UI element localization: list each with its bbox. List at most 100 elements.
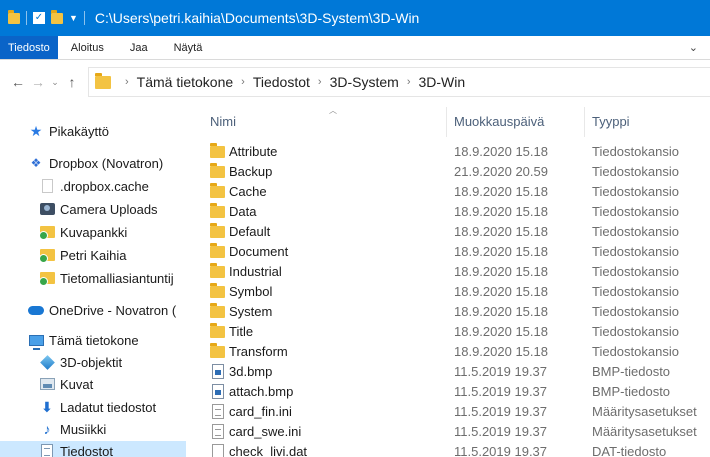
customize-dropdown-icon[interactable]: ▼ [69, 13, 78, 23]
file-name: System [229, 304, 273, 319]
quick-access-toolbar: ✓ ▼ [0, 0, 85, 36]
ini-file-icon [212, 404, 224, 419]
recent-locations-icon[interactable]: ⌄ [48, 77, 62, 88]
file-date: 18.9.2020 15.18 [454, 284, 548, 299]
back-arrow-icon[interactable]: ← [8, 74, 28, 90]
file-type: Tiedostokansio [592, 324, 679, 339]
nav-item-documents[interactable]: Tiedostot [0, 441, 186, 457]
chevron-right-icon[interactable]: › [407, 76, 411, 88]
up-arrow-icon[interactable]: ↑ [62, 74, 82, 90]
new-folder-icon[interactable] [51, 9, 63, 24]
properties-check-icon[interactable]: ✓ [33, 12, 45, 24]
column-type[interactable]: Tyyppi [592, 114, 630, 129]
file-date: 18.9.2020 15.18 [454, 184, 548, 199]
forward-arrow-icon[interactable]: → [28, 74, 48, 90]
folder-icon [210, 343, 225, 358]
folder-icon [95, 72, 111, 89]
file-name: Backup [229, 164, 273, 179]
address-bar[interactable]: › Tämä tietokone › Tiedostot › 3D-System… [88, 67, 710, 97]
nav-item-label: Kuvapankki [60, 224, 128, 240]
dat-file-icon [212, 444, 224, 457]
tab-share[interactable]: Jaa [117, 36, 161, 59]
table-row[interactable]: card_swe.ini 11.5.2019 19.37 Määritysase… [186, 421, 710, 441]
chevron-right-icon[interactable]: › [125, 76, 129, 88]
folder-icon [210, 303, 225, 318]
nav-item-dropbox-cache[interactable]: .dropbox.cache [0, 176, 186, 196]
nav-item-3d-objects[interactable]: 3D-objektit [0, 352, 186, 372]
file-date: 11.5.2019 19.37 [454, 364, 548, 379]
ribbon-controls: ⌄ [689, 36, 710, 59]
expand-ribbon-icon[interactable]: ⌄ [689, 41, 698, 54]
tab-view[interactable]: Näytä [161, 36, 216, 59]
table-row[interactable]: Cache 18.9.2020 15.18 Tiedostokansio [186, 181, 710, 201]
file-type: Tiedostokansio [592, 184, 679, 199]
column-divider[interactable] [584, 107, 585, 137]
table-row[interactable]: 3d.bmp 11.5.2019 19.37 BMP-tiedosto [186, 361, 710, 381]
nav-item-label: Ladatut tiedostot [60, 399, 157, 415]
tab-home[interactable]: Aloitus [58, 36, 117, 59]
table-row[interactable]: Transform 18.9.2020 15.18 Tiedostokansio [186, 341, 710, 361]
nav-item-dropbox[interactable]: ❖ Dropbox (Novatron) [0, 153, 186, 173]
folder-icon [210, 243, 225, 258]
file-name: Industrial [229, 264, 282, 279]
bmp-file-icon [212, 364, 224, 379]
chevron-right-icon[interactable]: › [318, 76, 322, 88]
table-row[interactable]: Industrial 18.9.2020 15.18 Tiedostokansi… [186, 261, 710, 281]
nav-item-label: Pikakäyttö [49, 123, 109, 139]
table-row[interactable]: Symbol 18.9.2020 15.18 Tiedostokansio [186, 281, 710, 301]
table-row[interactable]: Default 18.9.2020 15.18 Tiedostokansio [186, 221, 710, 241]
file-type: Tiedostokansio [592, 244, 679, 259]
file-date: 18.9.2020 15.18 [454, 224, 548, 239]
cloud-icon [28, 302, 44, 318]
column-divider[interactable] [446, 107, 447, 137]
table-row[interactable]: Title 18.9.2020 15.18 Tiedostokansio [186, 321, 710, 341]
file-name: card_swe.ini [229, 424, 302, 439]
file-name: card_fin.ini [229, 404, 292, 419]
file-name: 3d.bmp [229, 364, 273, 379]
nav-item-kuvapankki[interactable]: Kuvapankki [0, 222, 186, 242]
table-row[interactable]: Attribute 18.9.2020 15.18 Tiedostokansio [186, 141, 710, 161]
folder-icon [210, 143, 225, 158]
file-date: 21.9.2020 20.59 [454, 164, 548, 179]
star-icon: ★ [29, 122, 43, 139]
breadcrumb-3d-win[interactable]: 3D-Win [419, 74, 466, 90]
nav-item-onedrive[interactable]: OneDrive - Novatron ( [0, 300, 186, 320]
breadcrumb-this-pc[interactable]: Tämä tietokone [137, 74, 234, 90]
chevron-right-icon[interactable]: › [241, 76, 245, 88]
file-name: Title [229, 324, 254, 339]
tab-file[interactable]: Tiedosto [0, 36, 58, 59]
nav-item-downloads[interactable]: ⬇ Ladatut tiedostot [0, 397, 186, 417]
nav-item-quick-access[interactable]: ★ Pikakäyttö [0, 121, 186, 141]
table-row[interactable]: Document 18.9.2020 15.18 Tiedostokansio [186, 241, 710, 261]
folder-icon [8, 9, 20, 24]
nav-item-label: Tiedostot [60, 443, 113, 457]
table-row[interactable]: Backup 21.9.2020 20.59 Tiedostokansio [186, 161, 710, 181]
title-bar: ✓ ▼ C:\Users\petri.kaihia\Documents\3D-S… [0, 0, 710, 36]
column-modified[interactable]: Muokkauspäivä [454, 114, 544, 129]
download-icon: ⬇ [41, 398, 53, 415]
nav-item-label: 3D-objektit [60, 354, 123, 370]
file-date: 11.5.2019 19.37 [454, 424, 548, 439]
camera-icon [39, 201, 55, 217]
nav-item-camera-uploads[interactable]: Camera Uploads [0, 199, 186, 219]
file-date: 18.9.2020 15.18 [454, 344, 548, 359]
nav-item-music[interactable]: ♪ Musiikki [0, 419, 186, 439]
table-row[interactable]: attach.bmp 11.5.2019 19.37 BMP-tiedosto [186, 381, 710, 401]
file-name: Data [229, 204, 257, 219]
folder-icon [210, 323, 225, 338]
nav-item-pictures[interactable]: Kuvat [0, 374, 186, 394]
table-row[interactable]: Data 18.9.2020 15.18 Tiedostokansio [186, 201, 710, 221]
nav-item-tietomalliasiantuntija[interactable]: Tietomalliasiantuntij [0, 268, 186, 288]
breadcrumb-3d-system[interactable]: 3D-System [330, 74, 399, 90]
folder-icon [210, 203, 225, 218]
nav-item-petri-kaihia[interactable]: Petri Kaihia [0, 245, 186, 265]
nav-item-this-pc[interactable]: Tämä tietokone [0, 330, 186, 350]
column-name[interactable]: Nimi [210, 114, 236, 129]
table-row[interactable]: card_fin.ini 11.5.2019 19.37 Määritysase… [186, 401, 710, 421]
table-row[interactable]: check_livi.dat 11.5.2019 19.37 DAT-tiedo… [186, 441, 710, 457]
table-row[interactable]: System 18.9.2020 15.18 Tiedostokansio [186, 301, 710, 321]
navigation-bar: ← → ⌄ ↑ › Tämä tietokone › Tiedostot › 3… [0, 61, 710, 103]
nav-item-label: Camera Uploads [60, 201, 158, 217]
file-type: Tiedostokansio [592, 344, 679, 359]
breadcrumb-documents[interactable]: Tiedostot [253, 74, 310, 90]
